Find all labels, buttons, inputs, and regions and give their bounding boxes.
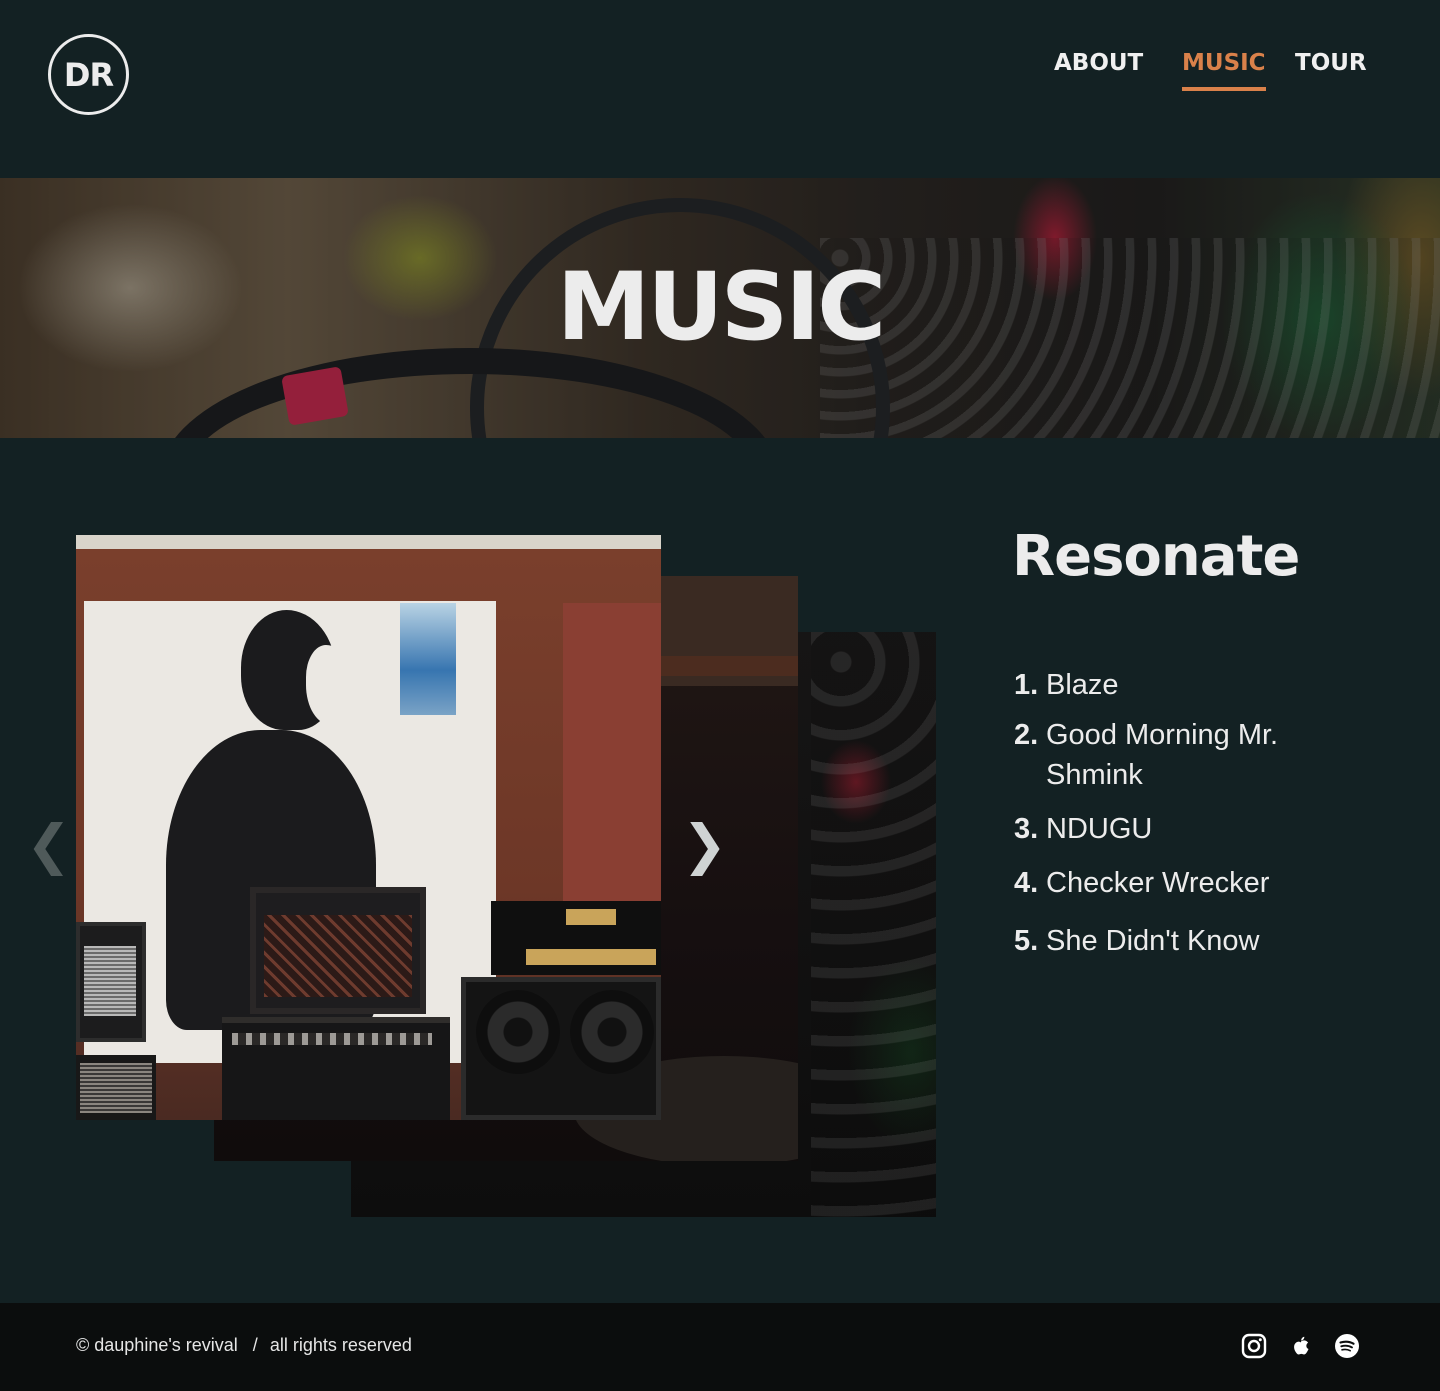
apple-icon[interactable] bbox=[1288, 1333, 1314, 1359]
logo[interactable]: DR bbox=[48, 34, 129, 115]
chevron-left-icon: ❮ bbox=[26, 813, 72, 876]
spotify-icon[interactable] bbox=[1334, 1333, 1360, 1359]
track-item[interactable]: 2. Good Morning Mr. Shmink bbox=[1014, 715, 1334, 795]
nav-link-about[interactable]: ABOUT bbox=[1054, 50, 1143, 76]
site-header: DR ABOUT MUSIC TOUR bbox=[0, 0, 1440, 178]
carousel-next-button[interactable]: ❯ bbox=[682, 818, 727, 872]
track-item[interactable]: 5. She Didn't Know bbox=[1014, 921, 1334, 961]
page-title: MUSIC bbox=[556, 253, 887, 362]
album-cover-slide-1[interactable] bbox=[76, 535, 661, 1120]
album-title: Resonate bbox=[1012, 524, 1300, 589]
track-list: 1. Blaze 2. Good Morning Mr. Shmink 3. N… bbox=[1014, 665, 1334, 961]
nav-link-tour[interactable]: TOUR bbox=[1295, 50, 1367, 76]
track-title: NDUGU bbox=[1046, 813, 1153, 845]
copyright-text: © dauphine's revival / all rights reserved bbox=[76, 1335, 412, 1355]
track-item[interactable]: 1. Blaze bbox=[1014, 665, 1334, 705]
track-title: Blaze bbox=[1046, 669, 1119, 701]
track-title: She Didn't Know bbox=[1046, 925, 1260, 957]
nav-link-music[interactable]: MUSIC bbox=[1182, 50, 1266, 91]
hero-banner: MUSIC bbox=[0, 178, 1440, 438]
site-footer: © dauphine's revival / all rights reserved bbox=[0, 1303, 1440, 1391]
track-item[interactable]: 4. Checker Wrecker bbox=[1014, 863, 1334, 903]
carousel-prev-button[interactable]: ❮ bbox=[26, 818, 71, 872]
track-title: Good Morning Mr. Shmink bbox=[1046, 719, 1279, 791]
instagram-icon[interactable] bbox=[1241, 1333, 1267, 1359]
track-item[interactable]: 3. NDUGU bbox=[1014, 809, 1334, 849]
chevron-right-icon: ❯ bbox=[682, 813, 728, 876]
track-title: Checker Wrecker bbox=[1046, 867, 1270, 899]
